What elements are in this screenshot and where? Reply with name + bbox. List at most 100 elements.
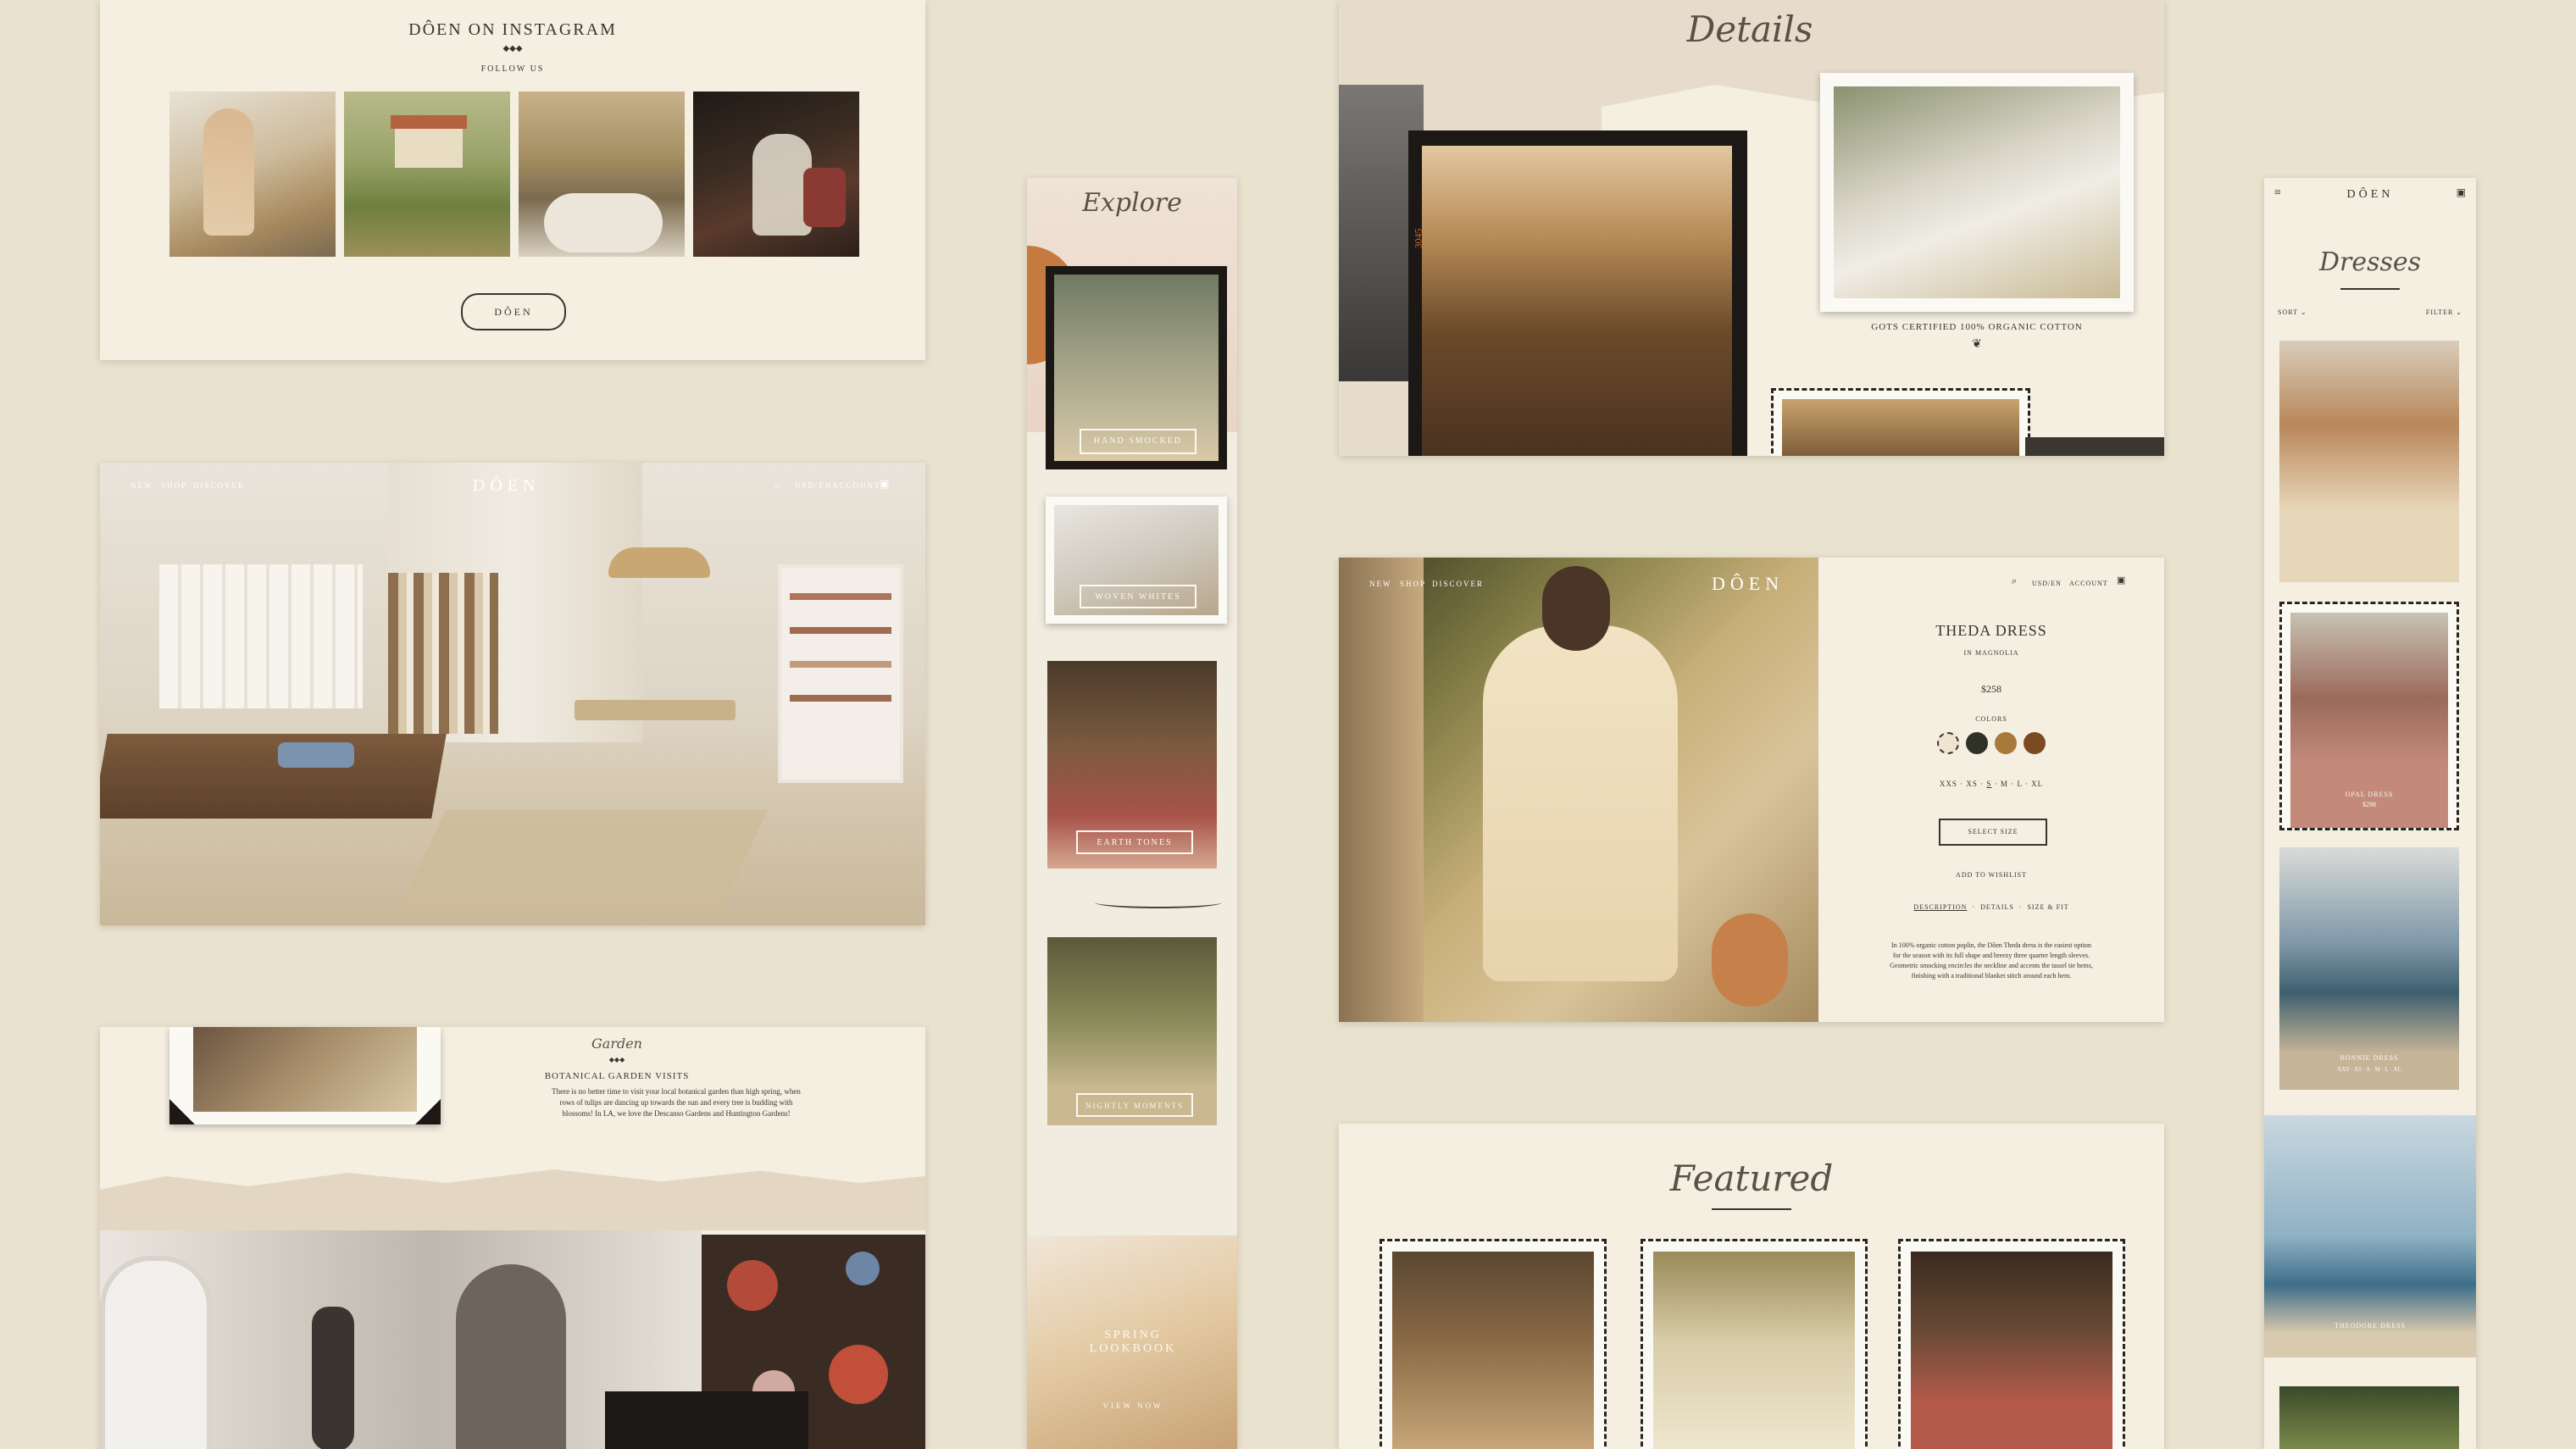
mobile-divider (2340, 288, 2400, 290)
size-xs[interactable]: XS (1966, 780, 1978, 788)
garden-panel: Garden ◆◆◆ BOTANICAL GARDEN VISITS There… (100, 1027, 925, 1449)
explore-script-title: Explore (1082, 188, 1182, 218)
details-flourish-icon: ❦ (1972, 338, 1982, 351)
size-l[interactable]: L (2017, 780, 2022, 788)
instagram-panel: DÔEN ON INSTAGRAM ◆◆◆ FOLLOW US DÔEN (100, 0, 925, 360)
mobile-logo[interactable]: DÔEN (2264, 188, 2476, 202)
product-nav-shop[interactable]: SHOP (1400, 580, 1426, 588)
product-price: $258 (1981, 683, 2001, 695)
product-logo[interactable]: DÔEN (1712, 573, 1784, 595)
explore-vine-divider (1095, 897, 1222, 908)
instagram-photo-3[interactable] (519, 92, 685, 257)
mobile-bag-icon[interactable]: ▣ (2457, 186, 2466, 199)
featured-card-2[interactable] (1641, 1239, 1868, 1449)
mobile-script-title: Dresses (2318, 247, 2422, 277)
tab-details[interactable]: DETAILS (1980, 903, 2014, 911)
size-m[interactable]: M (2001, 780, 2008, 788)
follow-us-link[interactable]: FOLLOW US (100, 64, 925, 74)
size-s[interactable]: S (1986, 780, 1991, 788)
select-size-button[interactable]: SELECT SIZE (1939, 819, 2047, 846)
product-tabs: DESCRIPTION · DETAILS · SIZE & FIT (1913, 903, 2069, 911)
size-xxs[interactable]: XXS (1940, 780, 1957, 788)
color-swatch[interactable] (1995, 732, 2017, 754)
product-panel: NEW SHOP DISCOVER DÔEN ⌕ USD/EN ACCOUNT … (1339, 558, 2164, 1022)
mobile-sublabel-1: $298 (2362, 801, 2376, 808)
explore-lookbook-cta[interactable]: VIEW NOW (1078, 1402, 1188, 1410)
explore-card-hand-smocked[interactable]: HAND SMOCKED (1046, 266, 1227, 469)
garden-inset-frame (605, 1391, 808, 1449)
explore-label-nightly: NIGHTLY MOMENTS (1076, 1093, 1193, 1117)
product-size-row: XXS · XS · S · M · L · XL (1939, 780, 2044, 788)
featured-panel: Featured (1339, 1124, 2164, 1449)
chevron-down-icon: ⌄ (2456, 308, 2462, 316)
store-nav-currency[interactable]: USD/EN (795, 481, 833, 490)
explore-card-woven-whites[interactable]: WOVEN WHITES (1046, 497, 1227, 624)
garden-torn-paper (100, 1169, 925, 1230)
mobile-product-5[interactable] (2279, 1386, 2459, 1449)
instagram-logo-badge[interactable]: DÔEN (461, 293, 566, 330)
product-bag-icon[interactable]: ▣ (2117, 575, 2125, 586)
mobile-filter-label: FILTER (2425, 308, 2454, 316)
instagram-photo-1[interactable] (169, 92, 336, 257)
product-colors-label: COLORS (1975, 715, 2007, 723)
mobile-sort-button[interactable]: SORT ⌄ (2278, 308, 2307, 316)
explore-card-earth-tones[interactable]: EARTH TONES (1047, 661, 1217, 869)
instagram-photo-2[interactable] (344, 92, 510, 257)
product-nav-new[interactable]: NEW (1369, 580, 1392, 588)
store-nav-account[interactable]: ACCOUNT (832, 481, 881, 490)
product-variant: IN MAGNOLIA (1963, 649, 2019, 657)
tab-description[interactable]: DESCRIPTION (1913, 903, 1967, 911)
instagram-title: DÔEN ON INSTAGRAM (408, 20, 617, 39)
mobile-product-3[interactable]: BONNIE DRESS XXS · XS · S · M · L · XL (2279, 847, 2459, 1090)
explore-label-earth-tones: EARTH TONES (1076, 830, 1193, 854)
store-panel: NEW SHOP DISCOVER DÔEN ⌕ USD/EN ACCOUNT … (100, 463, 925, 925)
size-xl[interactable]: XL (2031, 780, 2043, 788)
store-table (100, 734, 447, 819)
color-swatch[interactable] (2024, 732, 2046, 754)
garden-script-title: Garden (591, 1035, 642, 1052)
featured-card-3[interactable] (1898, 1239, 2125, 1449)
product-search-icon[interactable]: ⌕ (2012, 576, 2017, 587)
store-pendant-lamp (608, 547, 710, 578)
color-swatch[interactable] (1966, 732, 1988, 754)
store-round-table (575, 700, 736, 720)
details-laundry-photo (1834, 86, 2120, 298)
store-clothing-rack-left (159, 564, 363, 708)
store-search-icon[interactable]: ⌕ (774, 480, 782, 492)
tab-size-fit[interactable]: SIZE & FIT (2027, 903, 2068, 911)
details-film-frame: 3045 (1408, 130, 1747, 456)
instagram-photo-4[interactable] (693, 92, 859, 257)
product-nav-currency[interactable]: USD/EN (2032, 580, 2062, 587)
color-swatch[interactable] (1937, 732, 1959, 754)
details-stamp-frame (1771, 388, 2030, 456)
details-panel: Details 3045 GOTS CERTIFIED 100% ORGANIC… (1339, 0, 2164, 456)
store-nav-new[interactable]: NEW (130, 481, 153, 490)
store-bag-icon[interactable]: ▣ (880, 478, 891, 491)
details-dark-strip (2025, 437, 2164, 456)
explore-card-nightly-moments[interactable]: NIGHTLY MOMENTS (1047, 937, 1217, 1125)
store-folded-denim (278, 742, 354, 768)
product-nav-discover[interactable]: DISCOVER (1432, 580, 1484, 588)
details-caption: GOTS CERTIFIED 100% ORGANIC COTTON (1871, 322, 2083, 332)
add-to-wishlist-link[interactable]: ADD TO WISHLIST (1818, 871, 2164, 879)
garden-body: There is no better time to visit your lo… (552, 1087, 801, 1118)
details-script-title: Details (1686, 8, 1813, 50)
mobile-sizes-2: XXS · XS · S · M · L · XL (2337, 1066, 2401, 1073)
instagram-logo-text: DÔEN (494, 306, 533, 318)
store-shelf-unit (778, 564, 903, 783)
store-nav-shop[interactable]: SHOP (161, 481, 187, 490)
featured-card-1[interactable] (1380, 1239, 1607, 1449)
details-closeup-photo (1422, 146, 1732, 456)
store-nav-discover[interactable]: DISCOVER (193, 481, 245, 490)
mobile-product-1[interactable] (2279, 341, 2459, 582)
featured-divider (1712, 1208, 1791, 1210)
mobile-filter-button[interactable]: FILTER ⌄ (2426, 308, 2462, 316)
mobile-product-2[interactable]: OPAL DRESS $298 (2279, 602, 2459, 830)
product-nav-account[interactable]: ACCOUNT (2069, 580, 2108, 587)
explore-lookbook[interactable]: SPRING LOOKBOOK VIEW NOW (1027, 1235, 1237, 1449)
store-logo[interactable]: DÔEN (473, 476, 541, 496)
store-rug (398, 810, 768, 912)
details-photo-frame (1820, 73, 2134, 312)
mobile-product-4[interactable]: THEODORE DRESS (2264, 1115, 2476, 1357)
garden-photo-frame (169, 1027, 441, 1124)
